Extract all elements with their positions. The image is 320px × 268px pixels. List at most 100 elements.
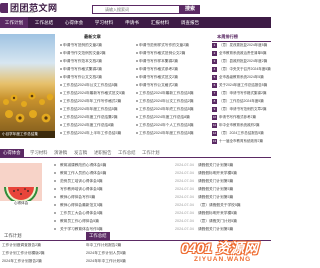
list-item[interactable]: 工作总结2024年个人工作总结5篇	[136, 123, 209, 128]
ranking-header: 本周排行榜	[212, 34, 271, 42]
tab-study[interactable]: 学习材料	[30, 149, 48, 157]
section-image-caption[interactable]: 心得体会	[0, 201, 42, 206]
ranking-item[interactable]: 5 全市各级教育系统2024年5篇	[212, 75, 271, 81]
ranking-item[interactable]: 3 （意）县政府批复2024年度2篇	[212, 59, 271, 65]
ranking-item[interactable]: 10 申请书写作格式参考2篇	[212, 115, 271, 121]
watermark-domain: ZIYUAN.WANG	[194, 256, 252, 263]
featured-image[interactable]	[0, 34, 55, 138]
list-item[interactable]: 申请书写作格式集锦2篇	[60, 67, 133, 72]
search-button[interactable]: 搜索	[180, 5, 200, 14]
list-item[interactable]: 工作总结2024年度工作总结8篇	[136, 115, 209, 120]
list-item[interactable]: 申请书写作格式参考2篇	[136, 67, 209, 72]
table-row[interactable]: 写作教师培训心得体会5篇 2024-07-04 请假假关门计划第5篇	[52, 187, 266, 194]
rank-number: 5	[212, 75, 217, 80]
nav-item-experience[interactable]: 心得体会	[60, 17, 88, 28]
tab-bottom-summary[interactable]: 工作总结	[86, 232, 110, 240]
tab-plan[interactable]: 工作计划	[142, 149, 160, 157]
list-item[interactable]: 工作总结2024年最新工作总结5篇	[136, 91, 209, 96]
list-item[interactable]: 2024年工作计划报告2篇	[2, 259, 72, 264]
table-row[interactable]: 教育员工作心得体会5篇 2024-07-04 （意）请假关门计划5篇	[52, 219, 266, 226]
table-row[interactable]: 教师心得体会写作5篇 2024-07-04 请假假关门计划第5篇	[52, 195, 266, 202]
ranking-item[interactable]: 12 （意）2024工作总结报告5篇	[212, 131, 271, 137]
list-item[interactable]: 工作总结2024年年度工作总结5篇	[60, 107, 133, 112]
site-logo-subtitle: TUANTUANFANWEN	[10, 11, 36, 14]
rank-number: 13	[212, 139, 217, 144]
logo-icon[interactable]	[0, 3, 8, 13]
list-item[interactable]: 工作总结2024年年工作写作格式2篇	[60, 99, 133, 104]
list-item[interactable]: 申请书写作公文格式2篇	[136, 83, 209, 88]
tab-summary[interactable]: 工作总结	[118, 149, 136, 157]
rank-number: 11	[212, 123, 217, 128]
list-item[interactable]: 申请书写作格式范文2篇	[136, 75, 209, 80]
list-item[interactable]: 申请书范例样式写作的文章2篇	[136, 43, 209, 48]
nav-item-work-plan[interactable]: 工作计划	[0, 17, 28, 28]
list-item[interactable]: 工作计划做调查报告2篇	[2, 243, 72, 248]
list-item[interactable]: 工作总结2024年最新写作格式范文5篇	[60, 91, 133, 96]
list-item[interactable]: 2024年年中工作计划5篇	[86, 259, 152, 264]
rank-number: 8	[212, 99, 217, 104]
list-item[interactable]: 申请书写作公文文档2篇	[60, 75, 133, 80]
nav-item-application[interactable]: 申请书	[120, 17, 144, 28]
site-header: 团团范文网 TUANTUANFANWEN 搜索	[0, 0, 271, 16]
section-image[interactable]	[0, 163, 42, 201]
rank-number: 10	[212, 115, 217, 120]
latest-articles-title: 最新文章	[84, 34, 101, 39]
list-item[interactable]: 工作总结2024年年度工作总结5篇	[136, 131, 209, 136]
rank-number: 3	[212, 59, 217, 64]
featured-caption[interactable]: 小目学年度工作总结集	[0, 131, 55, 138]
nav-item-survey[interactable]: 调查报告	[176, 17, 204, 28]
list-item[interactable]: 申请书写作格式范例公文2篇	[136, 51, 209, 56]
table-row[interactable]: 教育工作人员的心得体会5篇 2024-07-04 请假假标明开来学模5篇	[52, 171, 266, 178]
tab-remarks[interactable]: 发言稿	[74, 149, 87, 157]
list-item[interactable]: 工作总结2024年度工作总结8篇	[60, 123, 133, 128]
list-item[interactable]: 工作总结2024年上半年工作总结5篇	[60, 131, 133, 136]
nav-item-work-summary[interactable]: 工作总结	[30, 17, 58, 28]
nav-item-study[interactable]: 学习材料	[90, 17, 118, 28]
ranking-item[interactable]: 8 （意）工作总结2024年度5篇	[212, 99, 271, 105]
ranking-title: 本周排行榜	[217, 34, 238, 39]
table-row[interactable]: 教师心得体会最新范文5篇 2024-07-04 （意）请假假关于学校5篇	[52, 203, 266, 210]
list-item[interactable]: 工作总结2024年年终工作总结5篇	[136, 107, 209, 112]
rank-number: 12	[212, 131, 217, 136]
ranking-item[interactable]: 1 （意）发改委批复2024年度5篇	[212, 43, 271, 49]
search-input[interactable]	[93, 6, 179, 13]
watermark-logo: 0401 资源网 ZIYUAN.WANG	[150, 236, 271, 268]
ranking-item[interactable]: 9 （意）申请书写范例的文章2篇	[212, 107, 271, 113]
tab-experience[interactable]: 心得体会	[0, 149, 24, 157]
tab-bottom-plan[interactable]: 工作计划	[4, 232, 22, 240]
list-item[interactable]: 工作总结2024年公文工作总结2篇	[136, 99, 209, 104]
sunflower-field-image	[3, 92, 54, 123]
list-item[interactable]: 2024年工作计划人员5篇	[86, 251, 152, 256]
ranking-item[interactable]: 13 十一届全市教育系统政府2篇	[212, 139, 271, 145]
rank-number: 4	[212, 67, 217, 72]
table-row[interactable]: 教育减课教改的心得体会5篇 2024-07-04 请假假关门计划第5篇	[52, 163, 266, 170]
table-row[interactable]: 范例员工培训心得体会5篇 2024-07-04 请假假关门计划第5篇	[52, 179, 266, 186]
watermelon-image	[4, 187, 38, 201]
ranking-item[interactable]: 2 全市教育系统政治责任清单5篇	[212, 51, 271, 57]
list-item[interactable]: 申请书作文范例的文章2篇	[60, 51, 133, 56]
rank-number: 6	[212, 83, 217, 88]
ranking-item[interactable]: 7 （意）申请书写作格式集锦2篇	[212, 91, 271, 97]
ranking-item[interactable]: 4 （意）中央关于召开2024年度5篇	[212, 67, 271, 73]
list-item[interactable]: 工作总结2024年公文工作总结5篇	[60, 83, 133, 88]
list-item[interactable]: 申请书写范例的文章2篇	[60, 43, 133, 48]
list-item[interactable]: 年中工作计划报告2篇	[86, 243, 152, 248]
rank-number: 7	[212, 91, 217, 96]
rank-number: 1	[212, 43, 217, 48]
table-row[interactable]: 工作员工大会心得体会5篇 2024-07-04 请假假标明开来学模5篇	[52, 211, 266, 218]
nav-item-report[interactable]: 汇报材料	[146, 17, 174, 28]
rank-number: 9	[212, 107, 217, 112]
ranking-item[interactable]: 11 年中全市教育系统政府2篇	[212, 123, 271, 129]
ranking-item[interactable]: 6 关于2024年度工作总结报告5篇	[212, 83, 271, 89]
list-item[interactable]: 工作计划工作计划模版2篇	[2, 251, 72, 256]
list-item[interactable]: 工作总结2024年度工作总结集2篇	[60, 115, 133, 120]
tab-duty-report[interactable]: 述职报告	[94, 149, 112, 157]
list-item[interactable]: 申请书写作样本集锦2篇	[136, 59, 209, 64]
list-item[interactable]: 申请书写作范本文档2篇	[60, 59, 133, 64]
watermark-text: 0401 资源网	[181, 240, 259, 256]
tab-speech[interactable]: 演讲稿	[54, 149, 67, 157]
section-tab-bar: 心得体会 学习材料 演讲稿 发言稿 述职报告 工作总结 工作计划	[0, 149, 271, 158]
rank-number: 2	[212, 51, 217, 56]
search-box	[92, 5, 180, 14]
main-nav: 工作计划 工作总结 心得体会 学习材料 申请书 汇报材料 调查报告	[0, 17, 271, 28]
